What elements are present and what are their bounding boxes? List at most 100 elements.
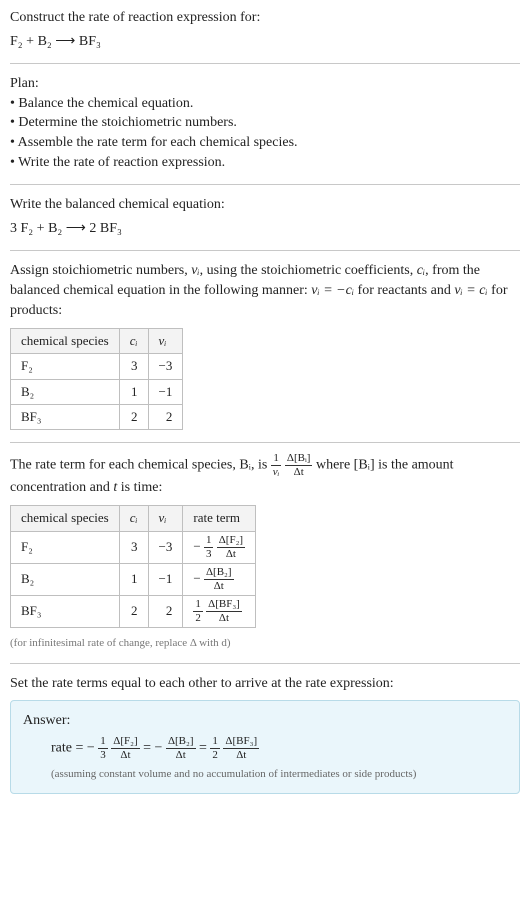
- problem-statement: Construct the rate of reaction expressio…: [10, 8, 520, 51]
- cell-ci: 2: [119, 595, 148, 627]
- ci-header: cᵢ: [130, 333, 138, 348]
- set-equal-text: Set the rate terms equal to each other t…: [10, 674, 520, 694]
- frac-den: Δt: [217, 548, 245, 560]
- cell-species: F₂: [11, 531, 120, 563]
- unbalanced-reaction: F₂ + B₂ ⟶ BF₃: [10, 32, 520, 52]
- assign-text: Assign stoichiometric numbers,: [10, 263, 191, 278]
- answer-section: Set the rate terms equal to each other t…: [10, 674, 520, 794]
- assign-text: for reactants and: [354, 283, 454, 298]
- cell-species: F₂: [11, 354, 120, 379]
- cell-ci: 3: [119, 354, 148, 379]
- plan-item: Assemble the rate term for each chemical…: [10, 133, 520, 153]
- divider: [10, 250, 520, 251]
- divider: [10, 184, 520, 185]
- plan-section: Plan: Balance the chemical equation. Det…: [10, 74, 520, 172]
- table-row: F₂ 3 −3 − 13 Δ[F₂]Δt: [11, 531, 256, 563]
- minus-sign: −: [193, 538, 204, 553]
- cell-ci: 1: [119, 379, 148, 404]
- balanced-section: Write the balanced chemical equation: 3 …: [10, 195, 520, 238]
- frac-den: 3: [204, 548, 214, 560]
- table-header-row: chemical species cᵢ νᵢ: [11, 329, 183, 354]
- frac-den: νᵢ: [271, 466, 282, 478]
- table-row: B₂ 1 −1 − Δ[B₂]Δt: [11, 563, 256, 595]
- frac-num: Δ[F₂]: [217, 535, 245, 548]
- col-nui: νᵢ: [148, 506, 183, 531]
- table-header-row: chemical species cᵢ νᵢ rate term: [11, 506, 256, 531]
- col-ci: cᵢ: [119, 506, 148, 531]
- frac-num: Δ[BF₃]: [223, 736, 259, 749]
- cell-species: B₂: [11, 379, 120, 404]
- table-row: BF₃ 2 2: [11, 404, 183, 429]
- frac-den: Δt: [223, 749, 259, 761]
- frac-den: Δt: [204, 580, 234, 592]
- cell-nui: −3: [148, 354, 183, 379]
- frac-num: Δ[B₂]: [166, 736, 196, 749]
- delta-frac: Δ[BF₃]Δt: [206, 599, 242, 624]
- frac-num: Δ[BF₃]: [206, 599, 242, 612]
- frac-num: 1: [193, 599, 203, 612]
- cell-species: BF₃: [11, 404, 120, 429]
- cell-nui: −3: [148, 531, 183, 563]
- delta-frac: Δ[BF₃]Δt: [223, 736, 259, 761]
- delta-frac: Δ[F₂]Δt: [217, 535, 245, 560]
- plan-list: Balance the chemical equation. Determine…: [10, 94, 520, 172]
- divider: [10, 663, 520, 664]
- cell-ci: 2: [119, 404, 148, 429]
- delta-frac: Δ[F₂]Δt: [111, 736, 139, 761]
- col-rate-term: rate term: [183, 506, 256, 531]
- divider: [10, 442, 520, 443]
- infinitesimal-note: (for infinitesimal rate of change, repla…: [10, 636, 520, 651]
- generic-frac-2: Δ[Bᵢ]Δt: [285, 453, 313, 478]
- nui-header: νᵢ: [159, 333, 167, 348]
- stoich-table: chemical species cᵢ νᵢ F₂ 3 −3 B₂ 1 −1 B…: [10, 328, 183, 430]
- coeff-frac: 13: [204, 535, 214, 560]
- rate-expression: rate = − 13 Δ[F₂]Δt = − Δ[B₂]Δt = 12 Δ[B…: [23, 736, 507, 761]
- divider: [10, 63, 520, 64]
- frac-den: 2: [210, 749, 220, 761]
- eq-sep: =: [199, 741, 210, 756]
- rate-term-text: The rate term for each chemical species,…: [10, 458, 271, 473]
- eq-products: νᵢ = cᵢ: [454, 283, 487, 298]
- balanced-reaction: 3 F₂ + B₂ ⟶ 2 BF₃: [10, 219, 520, 239]
- frac-num: Δ[B₂]: [204, 567, 234, 580]
- col-nui: νᵢ: [148, 329, 183, 354]
- nu-symbol: νᵢ: [191, 263, 199, 278]
- table-row: F₂ 3 −3: [11, 354, 183, 379]
- frac-den: Δt: [111, 749, 139, 761]
- rate-prefix: rate = −: [51, 741, 98, 756]
- coeff-frac: 12: [210, 736, 220, 761]
- delta-frac: Δ[B₂]Δt: [166, 736, 196, 761]
- eq-reactants: νᵢ = −cᵢ: [311, 283, 354, 298]
- cell-ci: 3: [119, 531, 148, 563]
- frac-den: Δt: [166, 749, 196, 761]
- cell-species: B₂: [11, 563, 120, 595]
- eq-sep: = −: [143, 741, 166, 756]
- frac-num: 1: [204, 535, 214, 548]
- plan-item: Balance the chemical equation.: [10, 94, 520, 114]
- assign-section: Assign stoichiometric numbers, νᵢ, using…: [10, 261, 520, 430]
- assign-text: , using the stoichiometric coefficients,: [200, 263, 417, 278]
- frac-den: Δt: [206, 612, 242, 624]
- col-species: chemical species: [11, 329, 120, 354]
- nui-header: νᵢ: [159, 510, 167, 525]
- col-species: chemical species: [11, 506, 120, 531]
- balanced-label: Write the balanced chemical equation:: [10, 195, 520, 215]
- cell-nui: −1: [148, 563, 183, 595]
- coeff-frac: 12: [193, 599, 203, 624]
- frac-den: 2: [193, 612, 203, 624]
- col-ci: cᵢ: [119, 329, 148, 354]
- frac-num: Δ[Bᵢ]: [285, 453, 313, 466]
- cell-rate-term: − 13 Δ[F₂]Δt: [183, 531, 256, 563]
- table-row: BF₃ 2 2 12 Δ[BF₃]Δt: [11, 595, 256, 627]
- frac-num: 1: [98, 736, 108, 749]
- problem-title: Construct the rate of reaction expressio…: [10, 8, 520, 28]
- frac-den: Δt: [285, 466, 313, 478]
- frac-num: Δ[F₂]: [111, 736, 139, 749]
- rate-term-table: chemical species cᵢ νᵢ rate term F₂ 3 −3…: [10, 505, 256, 627]
- cell-nui: 2: [148, 595, 183, 627]
- delta-frac: Δ[B₂]Δt: [204, 567, 234, 592]
- answer-label: Answer:: [23, 711, 507, 731]
- cell-rate-term: − Δ[B₂]Δt: [183, 563, 256, 595]
- cell-species: BF₃: [11, 595, 120, 627]
- rate-term-text: is time:: [117, 480, 162, 495]
